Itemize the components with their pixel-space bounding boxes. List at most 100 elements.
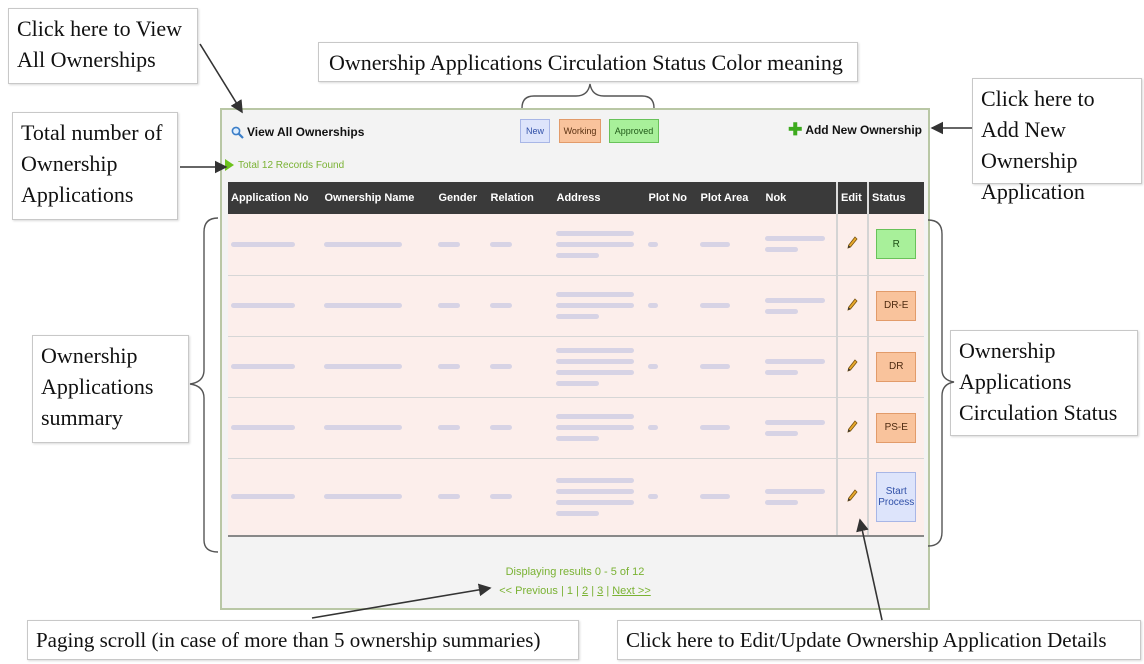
legend-new: New — [520, 119, 550, 143]
pager-next[interactable]: Next >> — [612, 585, 651, 597]
redacted-text — [648, 425, 658, 430]
redacted-text — [324, 303, 402, 308]
table-cell — [321, 397, 435, 459]
redacted-text — [324, 494, 402, 500]
redacted-text — [231, 425, 295, 430]
table-cell — [553, 214, 645, 276]
table-cell — [762, 214, 837, 276]
status-badge: R — [876, 229, 917, 260]
redacted-text — [438, 241, 460, 247]
table-cell — [435, 397, 487, 459]
table-cell — [553, 458, 645, 537]
redacted-text — [765, 430, 798, 436]
redacted-text — [556, 252, 599, 258]
status-badge: DR — [876, 351, 917, 382]
table-cell — [645, 214, 697, 276]
arrow-view-all — [199, 43, 243, 114]
redacted-text — [490, 425, 512, 430]
plus-icon: ✚ — [788, 120, 803, 139]
redacted-text — [438, 364, 460, 369]
redacted-text — [700, 425, 730, 430]
redacted-text — [556, 230, 634, 236]
table-row: DR-E — [228, 275, 924, 337]
pager-page-1[interactable]: 1 — [567, 585, 573, 597]
redacted-text — [765, 358, 825, 364]
redacted-text — [556, 414, 634, 419]
col-nok: Nok — [762, 182, 838, 214]
table-cell — [321, 275, 435, 337]
pencil-icon[interactable] — [847, 358, 858, 372]
table-cell — [762, 397, 837, 459]
table-cell — [321, 336, 435, 398]
table-cell — [697, 397, 762, 459]
add-new-ownership-link[interactable]: ✚ Add New Ownership — [788, 120, 922, 139]
pager-page-2[interactable]: 2 — [582, 585, 588, 597]
redacted-text — [438, 494, 460, 500]
table-cell — [321, 214, 435, 276]
redacted-text — [556, 314, 599, 319]
callout-edit: Click here to Edit/Update Ownership Appl… — [617, 620, 1141, 660]
table-cell — [697, 275, 762, 337]
redacted-text — [556, 292, 634, 297]
table-cell — [697, 336, 762, 398]
ownership-panel: View All Ownerships New Working Approved… — [220, 108, 930, 610]
arrow-right-icon — [225, 159, 234, 171]
table-cell — [645, 397, 697, 459]
edit-cell — [836, 336, 868, 398]
status-badge: PS-E — [876, 412, 917, 443]
table-cell — [321, 458, 435, 537]
table-cell — [487, 214, 553, 276]
redacted-text — [324, 364, 402, 369]
table-row: R — [228, 214, 924, 276]
status-cell: DR — [867, 336, 924, 398]
table-cell — [645, 275, 697, 337]
redacted-text — [231, 364, 295, 369]
summary-brace — [189, 217, 219, 553]
redacted-text — [324, 241, 402, 247]
callout-summary: Ownership Applications summary — [32, 335, 189, 443]
redacted-text — [556, 510, 599, 516]
table-cell — [487, 397, 553, 459]
redacted-text — [556, 380, 599, 386]
callout-paging: Paging scroll (in case of more than 5 ow… — [27, 620, 579, 660]
redacted-text — [765, 236, 825, 242]
pencil-icon[interactable] — [847, 236, 858, 249]
redacted-text — [490, 303, 512, 308]
redacted-text — [765, 499, 798, 505]
status-cell: R — [867, 214, 924, 276]
legend-brace — [521, 83, 655, 109]
redacted-text — [700, 364, 730, 369]
pager-previous[interactable]: << Previous — [499, 585, 558, 597]
table-row: DR — [228, 336, 924, 398]
pencil-icon[interactable] — [847, 297, 858, 311]
redacted-text — [700, 241, 730, 247]
redacted-text — [556, 488, 634, 494]
pencil-icon[interactable] — [847, 419, 858, 433]
pencil-icon[interactable] — [847, 489, 858, 502]
table-cell — [435, 275, 487, 337]
col-relation: Relation — [487, 182, 554, 214]
redacted-text — [556, 425, 634, 430]
pager-page-3[interactable]: 3 — [597, 585, 603, 597]
table-cell — [435, 458, 487, 537]
status-cell: DR-E — [867, 275, 924, 337]
table-cell — [435, 214, 487, 276]
table-cell — [553, 275, 645, 337]
table-cell — [553, 397, 645, 459]
view-all-ownerships-link[interactable]: View All Ownerships — [231, 125, 364, 139]
records-text: Total 12 Records Found — [238, 159, 345, 171]
edit-cell — [836, 458, 868, 537]
redacted-text — [231, 303, 295, 308]
callout-status: Ownership Applications Circulation Statu… — [950, 330, 1138, 436]
redacted-text — [765, 419, 825, 425]
redacted-text — [765, 308, 798, 314]
table-cell — [762, 275, 837, 337]
redacted-text — [648, 303, 658, 308]
redacted-text — [556, 303, 634, 308]
edit-cell — [836, 214, 868, 276]
col-edit: Edit — [836, 182, 869, 214]
redacted-text — [556, 241, 634, 247]
callout-view-all: Click here to View All Ownerships — [8, 8, 198, 84]
col-status: Status — [867, 182, 924, 214]
table-cell — [487, 336, 553, 398]
